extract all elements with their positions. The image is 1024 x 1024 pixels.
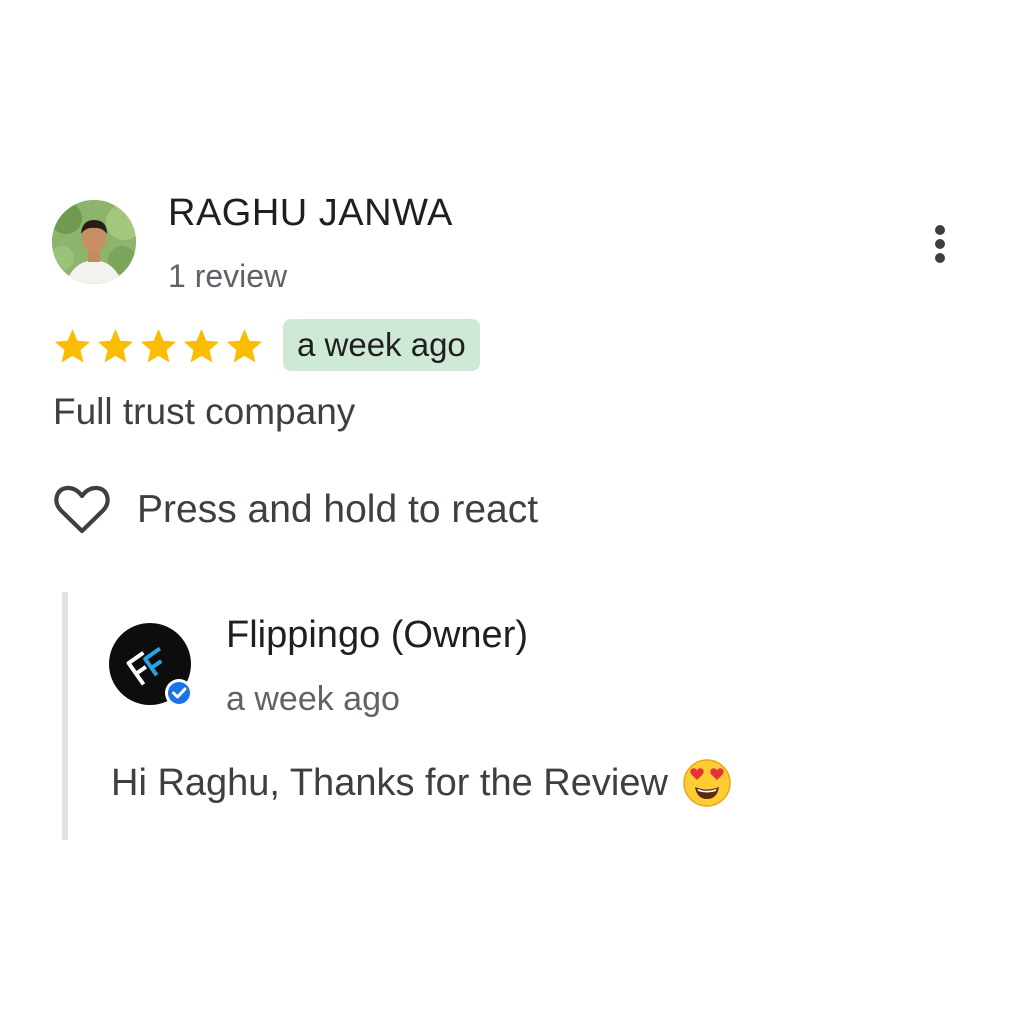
reviewer-name[interactable]: RAGHU JANWA [168, 192, 453, 235]
heart-eyes-emoji-icon [683, 759, 731, 807]
review-text: Full trust company [53, 391, 356, 432]
reviewer-avatar[interactable] [52, 200, 136, 284]
owner-name[interactable]: Flippingo (Owner) [226, 614, 528, 657]
react-label: Press and hold to react [137, 488, 539, 531]
reply-text-row: Hi Raghu, Thanks for the Review [111, 758, 732, 808]
star-icon [183, 329, 220, 363]
review-card: RAGHU JANWA 1 review a week ago Full tru… [0, 0, 1024, 1024]
more-vert-icon [935, 225, 945, 263]
heart-outline-icon [54, 485, 110, 534]
star-rating [52, 326, 265, 367]
star-icon [97, 329, 134, 363]
star-icon [226, 329, 263, 363]
review-count[interactable]: 1 review [168, 258, 287, 295]
review-time-badge: a week ago [283, 319, 480, 371]
owner-avatar[interactable] [109, 623, 195, 709]
more-options-button[interactable] [920, 220, 960, 268]
star-icon [140, 329, 177, 363]
reply-text: Hi Raghu, Thanks for the Review [111, 761, 668, 804]
reviewer-photo [52, 200, 136, 284]
star-icon [54, 329, 91, 363]
reply-time: a week ago [226, 680, 400, 718]
flippingo-logo-icon [109, 623, 193, 707]
reply-indent-bar [62, 592, 68, 840]
react-button[interactable]: Press and hold to react [53, 484, 538, 536]
